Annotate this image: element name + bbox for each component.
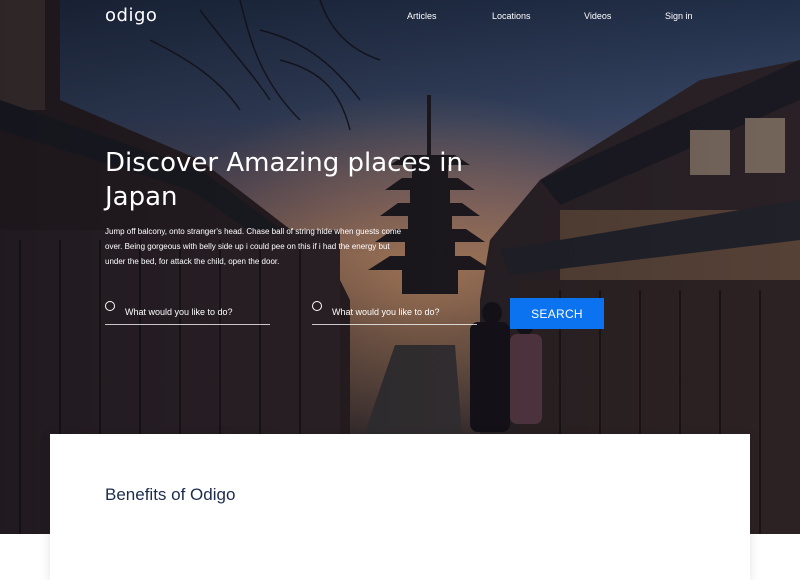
radio-circle-icon[interactable]: [105, 301, 115, 311]
hero-headline: Discover Amazing places in Japan: [105, 148, 463, 212]
search-input-1[interactable]: [125, 307, 265, 317]
odigo-logo[interactable]: odigo: [105, 5, 157, 26]
top-navbar: odigo Articles Locations Videos Sign in: [0, 0, 800, 34]
radio-circle-icon[interactable]: [312, 301, 322, 311]
benefits-title: Benefits of Odigo: [105, 485, 236, 504]
nav-link-locations[interactable]: Locations: [492, 11, 531, 21]
search-button[interactable]: SEARCH: [510, 298, 604, 329]
benefits-card: Benefits of Odigo: [50, 434, 750, 580]
search-field-1: [105, 292, 270, 325]
search-input-2[interactable]: [332, 307, 472, 317]
nav-link-sign-in[interactable]: Sign in: [665, 11, 693, 21]
hero-subtitle: Jump off balcony, onto stranger's head. …: [105, 227, 402, 266]
nav-link-videos[interactable]: Videos: [584, 11, 611, 21]
page: odigo Articles Locations Videos Sign in …: [0, 0, 800, 580]
nav-link-articles[interactable]: Articles: [407, 11, 437, 21]
search-field-2: [312, 292, 477, 325]
